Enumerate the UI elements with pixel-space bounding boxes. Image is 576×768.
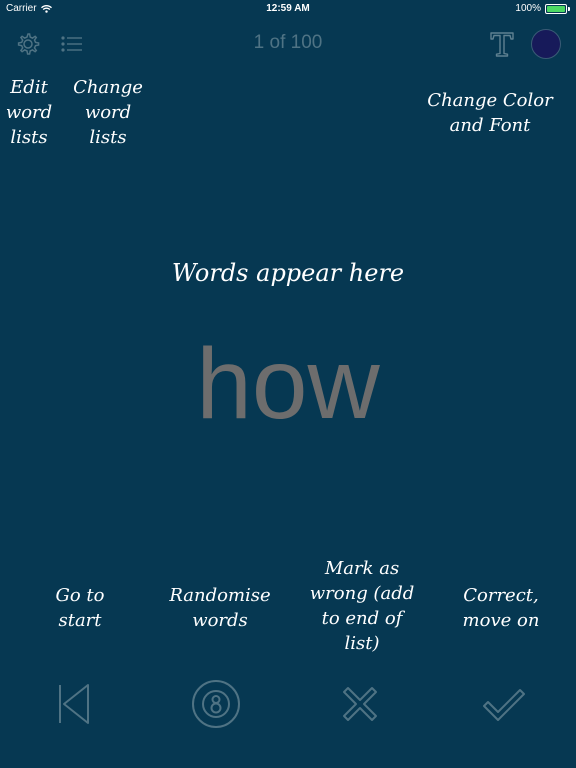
hint-line: start [58,610,102,631]
top-toolbar: 1 of 100 [0,24,576,64]
hint-line: Randomise [169,585,271,606]
hint-line: wrong (add [309,583,415,604]
hint-line: word [84,102,132,123]
correct-button[interactable] [476,676,532,732]
hint-line: word [5,102,53,123]
randomise-button[interactable] [188,676,244,732]
go-to-start-button[interactable] [44,676,100,732]
hint-line: lists [89,127,127,148]
battery-icon [545,3,567,14]
hint-change-word-lists: Change word lists [70,75,146,150]
cross-icon [343,687,377,721]
hint-line: and Font [449,115,531,136]
color-swatch [531,29,561,59]
hint-line: list) [344,633,380,654]
battery-fill [547,5,565,12]
font-icon [490,32,514,57]
hint-line: lists [10,127,48,148]
hint-line: to end of [321,608,403,629]
status-time: 12:59 AM [266,3,310,14]
status-right: 100% [515,3,570,14]
hint-line: Words appear here [171,259,405,287]
hint-correct: Correct, move on [445,583,557,633]
hint-line: move on [462,610,540,631]
hint-go-to-start: Go to start [30,583,130,633]
mark-wrong-button[interactable] [332,676,388,732]
hint-line: Go to [55,585,105,606]
status-bar: Carrier 12:59 AM 100% [0,0,576,18]
font-button[interactable] [482,24,522,64]
hint-line: Mark as [324,558,400,579]
hint-mark-wrong: Mark as wrong (add to end of list) [300,556,424,656]
eight-ball-icon [192,680,240,728]
checkmark-icon [483,689,525,721]
hint-change-color-font: Change Color and Font [420,88,560,138]
skip-to-start-icon [59,684,89,724]
battery-tip [568,6,570,11]
hint-line: Correct, [463,585,539,606]
hint-line: Change [73,77,143,98]
current-word: how [196,328,380,440]
color-button[interactable] [526,24,566,64]
hint-line: Change Color [427,90,553,111]
hint-randomise-words: Randomise words [160,583,280,633]
hint-line: Edit [10,77,48,98]
hint-line: words [192,610,248,631]
hint-words-appear: Words appear here [0,258,576,288]
hint-edit-word-lists: Edit word lists [0,75,58,150]
battery-percent: 100% [515,3,541,14]
